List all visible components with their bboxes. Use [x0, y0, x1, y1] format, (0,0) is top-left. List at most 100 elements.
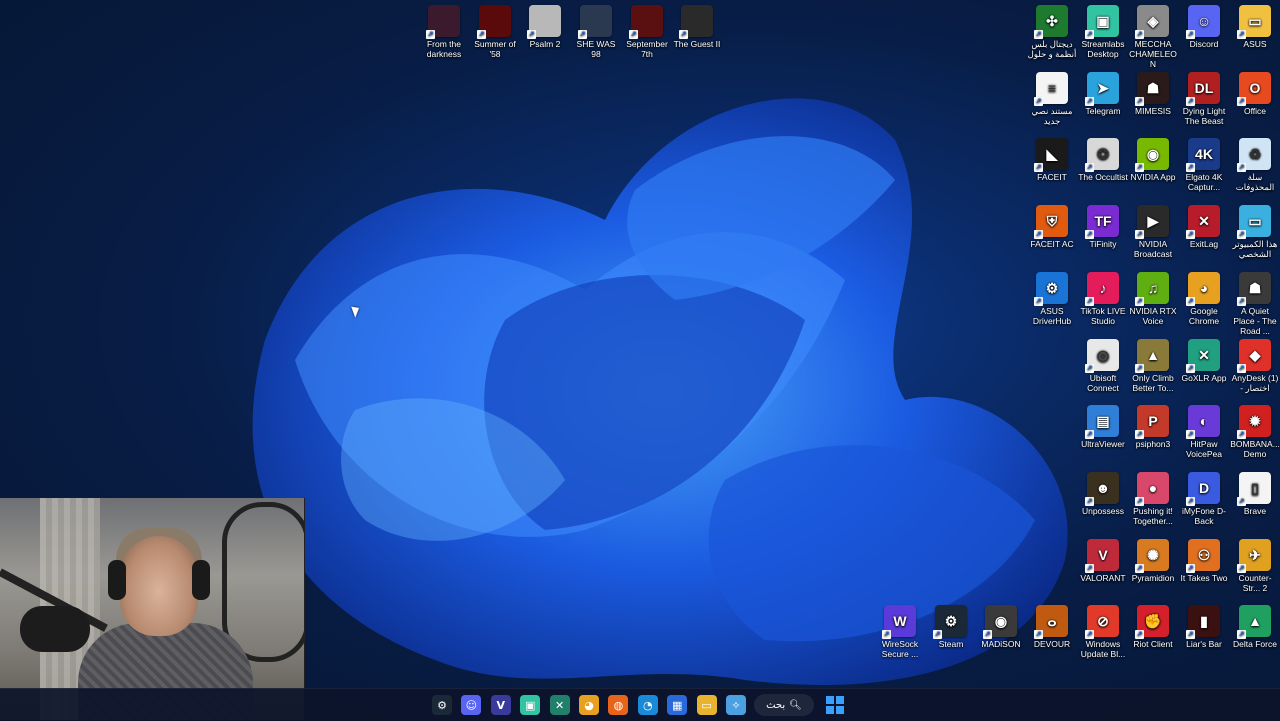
desktop-icon-faceit-ac[interactable]: ⛨ ↗ FACEIT AC [1027, 205, 1077, 249]
desktop-icon-steam[interactable]: ⚙ ↗ Steam [926, 605, 976, 649]
desktop-icon-it-takes-two[interactable]: ⚇ ↗ It Takes Two [1179, 538, 1229, 583]
shortcut-arrow-icon: ↗ [1034, 230, 1043, 240]
desktop-icon-asus-driverhub[interactable]: ⚙ ↗ ASUS DriverHub [1027, 271, 1077, 326]
desktop-icon-windows-update[interactable]: ⊘ ↗ Windows Update Bl... [1078, 605, 1128, 659]
desktop-icon-wiresock[interactable]: W ↗ WireSock Secure ... [875, 605, 925, 659]
discord-taskbar-icon[interactable]: ☺ [461, 695, 482, 715]
desktop-icon-brave-file[interactable]: ▯ ↗ Brave [1230, 471, 1280, 516]
desktop-icon-elgato[interactable]: 4K ↗ Elgato 4K Captur... [1179, 138, 1229, 192]
desktop-icon-tiktok[interactable]: ♪ ↗ TikTok LIVE Studio [1078, 271, 1128, 326]
vpn-taskbar-icon[interactable]: V [490, 695, 511, 715]
desktop-icon-madison[interactable]: ◉ ↗ MADiSON [976, 605, 1026, 649]
taskbar-search-box[interactable]: بحث 🔍︎ [754, 694, 814, 716]
shortcut-arrow-icon: ↗ [1237, 363, 1246, 373]
desktop-icon-from-the-darkness[interactable]: ↗ From the darkness [419, 5, 469, 59]
desktop-icon-summer-of-58[interactable]: ↗ Summer of '58 [470, 5, 520, 59]
firefox-taskbar-icon[interactable]: ◍ [608, 695, 629, 715]
desktop-icon-label: Liar's Bar [1186, 639, 1222, 650]
windows-update-icon: ⊘ ↗ [1085, 605, 1119, 640]
webcam-headset [192, 560, 210, 600]
nvidia-app-icon: ◉ ↗ [1135, 138, 1169, 173]
streamlabs-icon: ▣ ↗ [1085, 5, 1119, 39]
desktop-icon-this-pc[interactable]: ▭ ↗ هذا الكمبيوتر الشخصي [1230, 205, 1280, 259]
desktop-icon-psalm-2[interactable]: ↗ Psalm 2 [520, 5, 570, 49]
streamlabs-taskbar-icon[interactable]: ▣ [520, 695, 541, 715]
desktop-icon-cs2[interactable]: ✈ ↗ Counter-Str... 2 [1230, 538, 1280, 593]
desktop-icon-label: TikTok LIVE Studio [1080, 305, 1126, 326]
desktop-icon-label: A Quiet Place - The Road ... [1233, 305, 1277, 336]
desktop-icon-tifinity[interactable]: TF ↗ TiFinity [1078, 205, 1128, 249]
digital-plus-icon: ✣ ↗ [1034, 5, 1068, 39]
desktop-icon-faceit[interactable]: ◣ ↗ FACEIT [1027, 138, 1077, 182]
desktop-icon-label: Google Chrome [1188, 305, 1220, 326]
desktop-icon-discord[interactable]: ☺ ↗ Discord [1179, 5, 1229, 49]
desktop-icon-liars-bar[interactable]: ▮ ↗ Liar's Bar [1179, 605, 1229, 649]
store-taskbar-icon[interactable]: ▦ [667, 695, 688, 715]
desktop-icon-office[interactable]: O ↗ Office [1230, 71, 1280, 116]
desktop-icon-dying-light[interactable]: DL ↗ Dying Light The Beast [1179, 71, 1229, 126]
copilot-taskbar-icon[interactable]: ✧ [726, 695, 746, 715]
file-explorer-taskbar-icon[interactable]: ▭ [696, 695, 717, 715]
desktop-icon-text-document[interactable]: ≡ ↗ مستند نصي جديد [1027, 71, 1077, 126]
desktop-icon-streamlabs[interactable]: ▣ ↗ Streamlabs Desktop [1078, 5, 1128, 59]
desktop-icon-pushing-it[interactable]: ● ↗ Pushing it! Together... [1128, 471, 1178, 526]
desktop-icon-label: Only Climb Better To... [1132, 372, 1174, 393]
desktop-icon-exitlag[interactable]: ✕ ↗ ExitLag [1179, 205, 1229, 249]
hitpaw-icon: ◐ ↗ [1186, 405, 1220, 440]
only-climb-icon: ▲ ↗ [1135, 338, 1169, 373]
desktop-icon-delta-force[interactable]: ▲ ↗ Delta Force [1230, 605, 1280, 649]
desktop-icon-the-guest-ii[interactable]: ↗ The Guest II [672, 5, 722, 49]
desktop-icon-anydesk[interactable]: ◆ ↗ AnyDesk (1) - اختصار [1230, 338, 1280, 393]
desktop-icon-goxlr[interactable]: ✕ ↗ GoXLR App [1179, 338, 1229, 383]
desktop-icon-ubisoft[interactable]: ◎ ↗ Ubisoft Connect [1078, 338, 1128, 393]
desktop-icon-label: مستند نصي جديد [1031, 105, 1073, 126]
desktop-icon-she-was-98[interactable]: ↗ SHE WAS 98 [571, 5, 621, 59]
steam-taskbar-icon[interactable]: ⚙ [432, 695, 452, 715]
desktop-icon-folder[interactable]: ▭ ↗ ASUS [1230, 5, 1280, 49]
desktop-icon-valorant[interactable]: V ↗ VALORANT [1078, 538, 1128, 583]
desktop-icon-telegram[interactable]: ➤ ↗ Telegram [1078, 71, 1128, 116]
desktop-icon-label: AnyDesk (1) - اختصار [1231, 372, 1279, 393]
desktop-icon-ultraviewer[interactable]: ▤ ↗ UltraViewer [1078, 405, 1128, 449]
office-icon: O ↗ [1237, 71, 1271, 106]
desktop-icon-nvidia-broadcast[interactable]: ▶ ↗ NVIDIA Broadcast [1128, 205, 1178, 259]
bombana-icon: ✹ ↗ [1237, 405, 1271, 440]
shortcut-arrow-icon: ↗ [1085, 230, 1094, 240]
desktop-icon-imyfone[interactable]: D ↗ iMyFone D-Back [1179, 471, 1229, 526]
desktop-icon-only-climb[interactable]: ▲ ↗ Only Climb Better To... [1128, 338, 1178, 393]
desktop-icon-mimesis[interactable]: ☗ ↗ MIMESIS [1128, 71, 1178, 116]
edge-taskbar-icon[interactable]: ◔ [637, 695, 658, 715]
desktop-icon-recycle-bin[interactable]: ♻ ↗ سلة المحذوفات [1230, 138, 1280, 192]
shortcut-arrow-icon: ↗ [1237, 430, 1246, 440]
desktop-icon-nvidia-app[interactable]: ◉ ↗ NVIDIA App [1128, 138, 1178, 182]
desktop-icon-occultist[interactable]: ✪ ↗ The Occultist [1078, 138, 1128, 182]
goxlr-taskbar-icon[interactable]: ✕ [549, 695, 570, 715]
elgato-icon: 4K ↗ [1186, 138, 1220, 173]
chrome-taskbar-icon[interactable]: ◕ [579, 695, 599, 715]
desktop-icon-unpossess[interactable]: ☻ ↗ Unpossess [1078, 471, 1128, 516]
shortcut-arrow-icon: ↗ [1135, 496, 1144, 506]
shortcut-arrow-icon: ↗ [1237, 496, 1246, 506]
desktop-icon-nvidia-rtx-voice[interactable]: ♫ ↗ NVIDIA RTX Voice [1128, 271, 1178, 326]
game-thumbnail-icon: ↗ [426, 5, 460, 39]
desktop-icon-label: Riot Client [1133, 639, 1173, 650]
ultraviewer-icon: ▤ ↗ [1085, 405, 1119, 440]
start-button[interactable] [826, 696, 844, 714]
desktop-icon-label: SHE WAS 98 [576, 39, 616, 59]
desktop-icon-meccha[interactable]: ◈ ↗ MECCHA CHAMELEON [1128, 5, 1178, 69]
desktop-icon-label: MECCHA CHAMELEON [1129, 39, 1177, 69]
desktop-icon-label: VALORANT [1080, 572, 1126, 583]
desktop-icon-chrome[interactable]: ◕ ↗ Google Chrome [1179, 271, 1229, 326]
desktop-icon-psiphon[interactable]: P ↗ psiphon3 [1128, 405, 1178, 449]
desktop-icon-devour[interactable]: ⴰ ↗ DEVOUR [1027, 605, 1077, 649]
desktop-icon-pyramidion[interactable]: ✺ ↗ Pyramidion [1128, 538, 1178, 583]
shortcut-arrow-icon: ↗ [1237, 230, 1246, 240]
desktop-icon-hitpaw[interactable]: ◐ ↗ HitPaw VoicePea [1179, 405, 1229, 459]
desktop-icon-label: Steam [938, 639, 964, 649]
desktop-icon-digital-plus[interactable]: ✣ ↗ ديجتال بلس أنظمة و حلول [1027, 5, 1077, 59]
desktop-icon-quiet-place[interactable]: ☗ ↗ A Quiet Place - The Road ... [1230, 271, 1280, 336]
desktop-icon-label: Dying Light The Beast [1182, 105, 1226, 126]
desktop-icon-riot-client[interactable]: ✊ ↗ Riot Client [1128, 605, 1178, 649]
desktop-icon-september-7th[interactable]: ↗ September 7th [622, 5, 672, 59]
desktop-icon-bombana[interactable]: ✹ ↗ BOMBANA... Demo [1230, 405, 1280, 459]
